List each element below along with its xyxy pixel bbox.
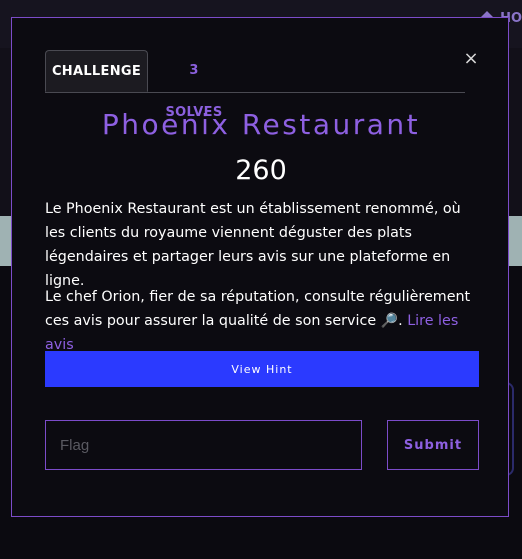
tab-challenge[interactable]: CHALLENGE (45, 50, 148, 92)
view-hint-button[interactable]: View Hint (45, 351, 479, 387)
challenge-title: Phoenix Restaurant (101, 108, 421, 141)
challenge-description-2: Le chef Orion, fier de sa réputation, co… (45, 285, 481, 357)
description-2-separator: . (398, 313, 408, 329)
magnifier-icon: 🔎 (380, 313, 399, 329)
tab-solves[interactable]: 3 SOLVES (163, 50, 225, 120)
challenge-description-1: Le Phoenix Restaurant est un établisseme… (45, 201, 461, 289)
challenge-tabs: CHALLENGE 3 SOLVES (45, 50, 465, 120)
submit-button[interactable]: Submit (387, 420, 479, 470)
challenge-modal: CHALLENGE 3 SOLVES × Phoenix Restaurant … (11, 17, 509, 517)
close-button[interactable]: × (463, 50, 479, 68)
flag-input[interactable] (45, 420, 362, 470)
challenge-points: 260 (235, 155, 287, 186)
